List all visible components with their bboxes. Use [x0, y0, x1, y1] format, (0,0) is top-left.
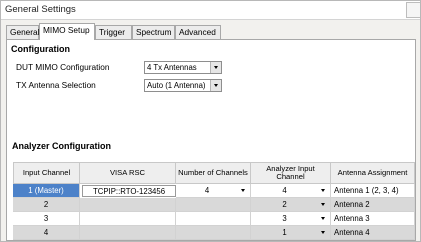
tx-antenna-combobox[interactable]: Auto (1 Antenna)	[144, 79, 222, 92]
window-title: General Settings	[5, 4, 76, 15]
visa-rsc-input[interactable]: TCPIP::RTO-123456	[82, 185, 176, 197]
dut-mimo-value: 4 Tx Antennas	[147, 63, 197, 72]
dropdown-button[interactable]	[210, 62, 221, 73]
visa-rsc-cell[interactable]	[80, 212, 176, 226]
table-row[interactable]: 2 2 Antenna 2	[13, 198, 415, 212]
tab-trigger[interactable]: Trigger	[95, 25, 132, 39]
antenna-assignment-cell: Antenna 3	[331, 212, 415, 226]
analyzer-input-channel-combobox[interactable]: 2	[251, 198, 331, 212]
tx-antenna-label: TX Antenna Selection	[16, 80, 96, 90]
chevron-down-icon	[241, 189, 245, 192]
tx-antenna-value: Auto (1 Antenna)	[147, 81, 206, 90]
antenna-assignment-cell: Antenna 1 (2, 3, 4)	[331, 184, 415, 198]
dropdown-button[interactable]	[319, 200, 328, 209]
tab-advanced[interactable]: Advanced	[175, 25, 221, 39]
dut-mimo-combobox[interactable]: 4 Tx Antennas	[144, 61, 222, 74]
input-channel-cell[interactable]: 2	[13, 198, 80, 212]
column-header-input-channel: Input Channel	[13, 162, 80, 184]
analyzer-input-channel-combobox[interactable]: 1	[251, 226, 331, 240]
tab-spectrum[interactable]: Spectrum	[132, 25, 175, 39]
input-channel-cell[interactable]: 1 (Master)	[13, 184, 80, 198]
input-channel-cell[interactable]: 4	[13, 226, 80, 240]
antenna-assignment-cell: Antenna 4	[331, 226, 415, 240]
analyzer-input-channel-value: 3	[282, 214, 287, 223]
tab-mimo-setup[interactable]: MIMO Setup	[39, 23, 95, 40]
title-bar: General Settings	[1, 1, 420, 20]
dropdown-button[interactable]	[210, 80, 221, 91]
analyzer-input-channel-combobox[interactable]: 3	[251, 212, 331, 226]
column-header-visa-rsc: VISA RSC	[80, 162, 176, 184]
chevron-down-icon	[321, 203, 325, 206]
chevron-down-icon	[321, 189, 325, 192]
antenna-assignment-cell: Antenna 2	[331, 198, 415, 212]
chevron-down-icon	[321, 231, 325, 234]
number-of-channels-cell[interactable]	[176, 212, 251, 226]
dropdown-button[interactable]	[319, 214, 328, 223]
number-of-channels-combobox[interactable]: 4	[176, 184, 251, 198]
dropdown-button[interactable]	[319, 228, 328, 237]
analyzer-table: Input Channel VISA RSC Number of Channel…	[13, 162, 415, 242]
tab-general[interactable]: General	[6, 25, 40, 39]
dropdown-button[interactable]	[239, 186, 248, 195]
dut-mimo-label: DUT MIMO Configuration	[16, 62, 110, 72]
configuration-title: Configuration	[11, 44, 70, 54]
analyzer-configuration-title: Analyzer Configuration	[12, 141, 112, 151]
table-row[interactable]: 1 (Master) TCPIP::RTO-123456 4 4 Antenna…	[13, 184, 415, 198]
visa-rsc-cell[interactable]	[80, 226, 176, 240]
column-header-number-of-channels: Number of Channels	[176, 162, 251, 184]
visa-rsc-cell[interactable]	[80, 198, 176, 212]
dropdown-button[interactable]	[319, 186, 328, 195]
number-of-channels-cell[interactable]	[176, 226, 251, 240]
number-of-channels-cell[interactable]	[176, 198, 251, 212]
general-settings-window: General Settings General MIMO Setup Trig…	[0, 0, 421, 242]
chevron-down-icon	[214, 66, 218, 69]
table-row[interactable]: 4 1 Antenna 4	[13, 226, 415, 240]
chevron-down-icon	[321, 217, 325, 220]
column-header-antenna-assignment: Antenna Assignment	[331, 162, 415, 184]
input-channel-cell[interactable]: 3	[13, 212, 80, 226]
chevron-down-icon	[214, 84, 218, 87]
analyzer-input-channel-value: 2	[282, 200, 287, 209]
number-of-channels-value: 4	[204, 186, 210, 195]
table-row[interactable]: 3 3 Antenna 3	[13, 212, 415, 226]
analyzer-input-channel-value: 1	[282, 228, 287, 237]
column-header-analyzer-input-channel: Analyzer Input Channel	[251, 162, 331, 184]
close-button[interactable]	[406, 2, 420, 18]
analyzer-input-channel-value: 4	[282, 186, 287, 195]
analyzer-input-channel-combobox[interactable]: 4	[251, 184, 331, 198]
